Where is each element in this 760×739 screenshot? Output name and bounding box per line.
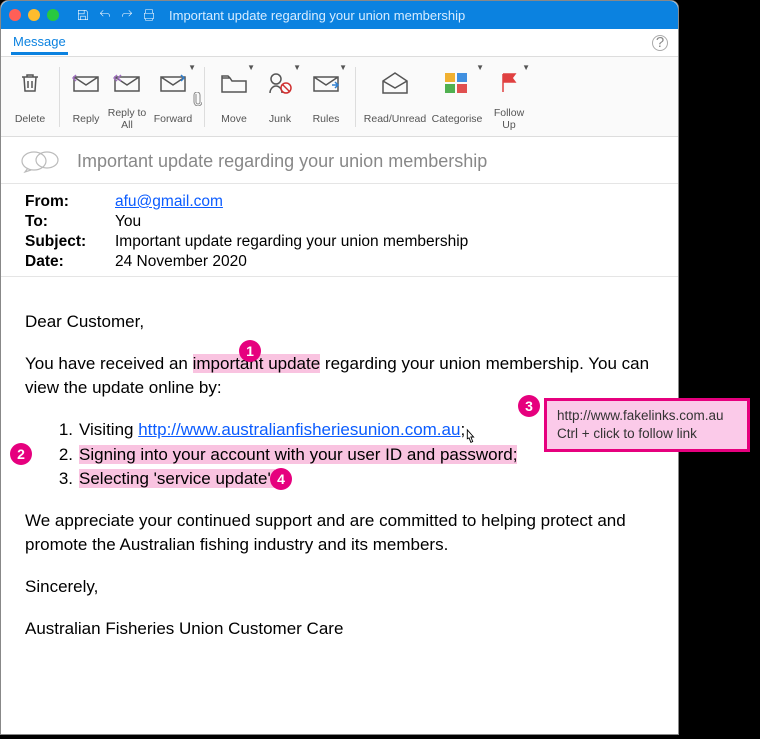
to-value: You xyxy=(115,213,660,231)
attachment-icon[interactable] xyxy=(190,92,202,110)
reply-icon xyxy=(71,68,101,98)
flag-icon xyxy=(494,68,524,98)
greeting: Dear Customer, xyxy=(25,310,654,335)
date-label: Date: xyxy=(25,253,115,271)
tooltip-url: http://www.fakelinks.com.au xyxy=(557,407,737,425)
reply-button[interactable]: Reply xyxy=(66,62,106,132)
forward-icon xyxy=(158,68,188,98)
move-button[interactable]: Move ▼ xyxy=(211,62,257,132)
highlight-service-update: Selecting 'service update'. xyxy=(79,469,275,488)
callout-3: 3 xyxy=(518,395,540,417)
pointer-cursor-icon xyxy=(461,428,479,446)
titlebar: Important update regarding your union me… xyxy=(1,1,678,29)
tooltip-hint: Ctrl + click to follow link xyxy=(557,425,737,443)
minimize-window-button[interactable] xyxy=(28,9,40,21)
date-value: 24 November 2020 xyxy=(115,253,660,271)
help-icon[interactable]: ? xyxy=(652,35,668,51)
save-icon[interactable] xyxy=(75,7,91,23)
subject-value: Important update regarding your union me… xyxy=(115,233,660,251)
body-para-1: You have received an important update re… xyxy=(25,352,654,401)
rules-button[interactable]: Rules ▼ xyxy=(303,62,349,132)
ribbon: Delete Reply Reply to All Forward ▼ xyxy=(1,57,678,137)
dropdown-icon[interactable]: ▼ xyxy=(188,64,196,73)
envelope-open-icon xyxy=(380,68,410,98)
subject-label: Subject: xyxy=(25,233,115,251)
dropdown-icon[interactable]: ▼ xyxy=(522,64,530,73)
window-controls xyxy=(9,9,59,21)
read-unread-button[interactable]: Read/Unread xyxy=(362,62,428,132)
message-headers: From: afu@gmail.com To: You Subject: Imp… xyxy=(1,184,678,277)
window-title: Important update regarding your union me… xyxy=(169,8,465,23)
junk-button[interactable]: Junk ▼ xyxy=(257,62,303,132)
callout-4: 4 xyxy=(270,468,292,490)
highlight-signin: Signing into your account with your user… xyxy=(79,445,517,464)
tab-bar: Message ? xyxy=(1,29,678,57)
phishing-link[interactable]: http://www.australianfisheriesunion.com.… xyxy=(138,420,460,439)
redo-icon[interactable] xyxy=(119,7,135,23)
folder-icon xyxy=(219,68,249,98)
signature: Australian Fisheries Union Customer Care xyxy=(25,617,654,642)
callout-2: 2 xyxy=(10,443,32,465)
mail-window: Important update regarding your union me… xyxy=(0,0,679,735)
undo-icon[interactable] xyxy=(97,7,113,23)
rules-icon xyxy=(311,68,341,98)
from-label: From: xyxy=(25,193,115,211)
junk-icon xyxy=(265,68,295,98)
zoom-window-button[interactable] xyxy=(47,9,59,21)
subject-text: Important update regarding your union me… xyxy=(77,151,487,172)
follow-up-button[interactable]: Follow Up ▼ xyxy=(486,62,532,132)
to-label: To: xyxy=(25,213,115,231)
close-window-button[interactable] xyxy=(9,9,21,21)
dropdown-icon[interactable]: ▼ xyxy=(339,64,347,73)
reply-all-button[interactable]: Reply to All xyxy=(106,62,148,132)
signoff: Sincerely, xyxy=(25,575,654,600)
message-body: Dear Customer, You have received an impo… xyxy=(1,277,678,674)
callout-1: 1 xyxy=(239,340,261,362)
categories-icon xyxy=(442,68,472,98)
dropdown-icon[interactable]: ▼ xyxy=(293,64,301,73)
print-icon[interactable] xyxy=(141,7,157,23)
subject-bar: Important update regarding your union me… xyxy=(1,137,678,184)
categorise-button[interactable]: Categorise ▼ xyxy=(428,62,486,132)
dropdown-icon[interactable]: ▼ xyxy=(476,64,484,73)
list-item: 3. Selecting 'service update'. xyxy=(57,467,654,492)
trash-icon xyxy=(15,68,45,98)
conversation-icon xyxy=(19,147,61,175)
reply-all-icon xyxy=(112,68,142,98)
dropdown-icon[interactable]: ▼ xyxy=(247,64,255,73)
tab-message[interactable]: Message xyxy=(11,30,68,55)
body-para-2: We appreciate your continued support and… xyxy=(25,509,654,558)
from-address[interactable]: afu@gmail.com xyxy=(115,193,223,210)
delete-button[interactable]: Delete xyxy=(7,62,53,132)
forward-button[interactable]: Forward ▼ xyxy=(148,62,198,132)
link-tooltip: http://www.fakelinks.com.au Ctrl + click… xyxy=(544,398,750,452)
